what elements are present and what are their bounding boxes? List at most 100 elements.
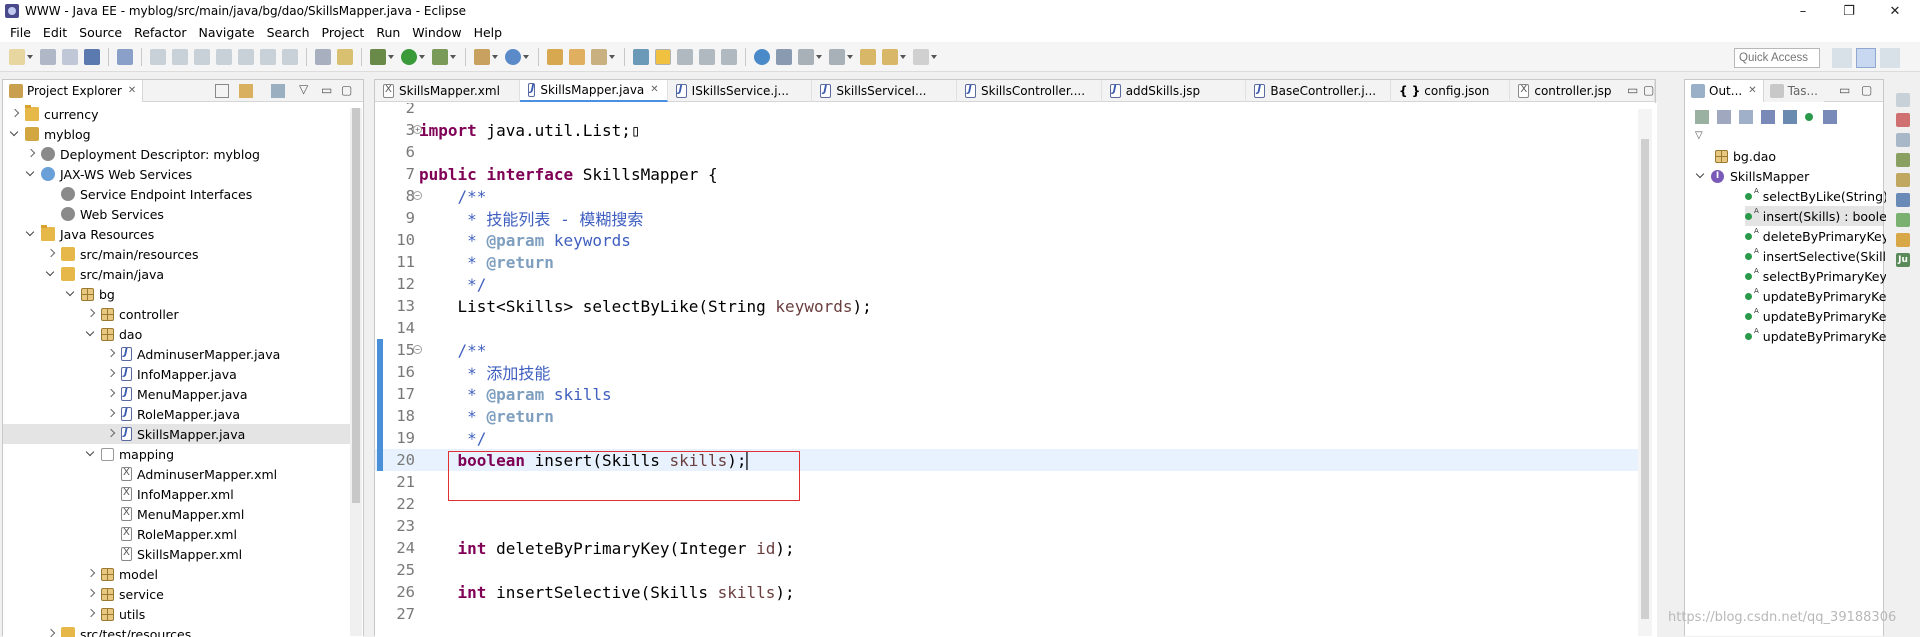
tree-item[interactable]: bg — [3, 284, 351, 304]
back-dropdown-icon[interactable] — [900, 55, 906, 59]
tree-item[interactable]: SkillsMapper.java — [3, 424, 351, 444]
external-tools-icon[interactable] — [432, 49, 448, 65]
code-line[interactable]: 18 * @return — [375, 405, 1645, 427]
view-menu-icon[interactable]: ▽ — [299, 82, 308, 96]
chevron-right-icon[interactable] — [105, 368, 117, 380]
editor-tab[interactable]: SkillsController.... — [957, 80, 1102, 102]
tree-item[interactable]: AdminuserMapper.java — [3, 344, 351, 364]
code-line[interactable]: 26 int insertSelective(Skills skills); — [375, 581, 1645, 603]
view-menu-icon[interactable]: ▽ — [1695, 130, 1703, 141]
fold-toggle-icon[interactable]: − — [413, 191, 422, 200]
tree-item[interactable]: RoleMapper.java — [3, 404, 351, 424]
chevron-down-icon[interactable] — [65, 288, 77, 300]
run-icon[interactable] — [401, 49, 417, 65]
open-perspective-icon[interactable] — [1832, 48, 1852, 68]
new-icon[interactable] — [9, 49, 25, 65]
show-whitespace-icon[interactable] — [699, 49, 715, 65]
filter-icon[interactable] — [271, 84, 285, 98]
code-line[interactable]: 11 * @return — [375, 251, 1645, 273]
outline-item[interactable]: bg.dao — [1715, 146, 1776, 166]
servers-icon[interactable] — [337, 49, 353, 65]
editor-tab[interactable]: ISkillsService.j... — [668, 80, 813, 102]
tree-item[interactable]: currency — [3, 104, 351, 124]
tree-item[interactable]: Java Resources — [3, 224, 351, 244]
maximize-view-icon[interactable]: ▢ — [341, 83, 352, 97]
suspend-icon[interactable] — [172, 49, 188, 65]
outline-item[interactable]: AselectByPrimaryKey( — [1745, 266, 1892, 286]
search-icon[interactable] — [591, 49, 607, 65]
properties-view-icon[interactable] — [1896, 133, 1910, 147]
debug-dropdown-icon[interactable] — [388, 55, 394, 59]
resume-icon[interactable] — [150, 49, 166, 65]
explorer-scrollbar[interactable] — [350, 108, 362, 636]
tree-item[interactable]: SkillsMapper.xml — [3, 544, 351, 564]
chevron-down-icon[interactable] — [9, 128, 21, 140]
tree-item[interactable]: mapping — [3, 444, 351, 464]
code-line[interactable]: 8 /**− — [375, 185, 1645, 207]
external-tools-dropdown-icon[interactable] — [450, 55, 456, 59]
tree-item[interactable]: Deployment Descriptor: myblog — [3, 144, 351, 164]
menu-source[interactable]: Source — [73, 25, 128, 40]
new-dropdown-icon[interactable] — [27, 55, 33, 59]
open-type-icon[interactable] — [547, 49, 563, 65]
editor-scroll-thumb[interactable] — [1641, 139, 1649, 619]
close-tab-icon[interactable]: ✕ — [650, 84, 658, 95]
outline-item[interactable]: AupdateByPrimaryKe — [1745, 306, 1886, 326]
chevron-right-icon[interactable] — [105, 388, 117, 400]
editor-tab[interactable]: addSkills.jsp — [1102, 80, 1247, 102]
tree-item[interactable]: MenuMapper.xml — [3, 504, 351, 524]
code-line[interactable]: 14 — [375, 317, 1645, 339]
hide-local-types-icon[interactable] — [1805, 113, 1813, 121]
code-area[interactable]: 23import java.util.List;▯+67public inter… — [375, 103, 1657, 637]
code-line[interactable]: 16 * 添加技能 — [375, 361, 1645, 383]
data-source-view-icon[interactable] — [1896, 193, 1910, 207]
tree-item[interactable]: InfoMapper.java — [3, 364, 351, 384]
tree-item[interactable]: MenuMapper.java — [3, 384, 351, 404]
tab-project-explorer[interactable]: Project Explorer ✕ — [3, 80, 143, 102]
fold-toggle-icon[interactable]: − — [413, 345, 422, 354]
code-line[interactable]: 12 */ — [375, 273, 1645, 295]
minimize-view-icon[interactable]: ▭ — [1839, 83, 1850, 97]
chevron-down-icon[interactable] — [25, 168, 37, 180]
toggle-mark-occurrences-icon[interactable] — [655, 49, 671, 65]
close-icon[interactable]: ✕ — [1748, 85, 1756, 96]
tree-item[interactable]: model — [3, 564, 351, 584]
debug-icon[interactable] — [370, 49, 386, 65]
maximize-view-icon[interactable]: ▢ — [1643, 83, 1654, 97]
tree-item[interactable]: RoleMapper.xml — [3, 524, 351, 544]
menu-refactor[interactable]: Refactor — [128, 25, 192, 40]
code-line[interactable]: 3import java.util.List;▯+ — [375, 119, 1645, 141]
code-line[interactable]: 9 * 技能列表 - 模糊搜索 — [375, 207, 1645, 229]
new-class-icon[interactable] — [505, 49, 521, 65]
collapse-all-icon[interactable] — [1717, 110, 1731, 124]
fold-toggle-icon[interactable]: + — [413, 125, 422, 134]
snippets-view-icon[interactable] — [1896, 173, 1910, 187]
hide-fields-icon[interactable] — [1695, 110, 1709, 124]
outline-item[interactable]: ISkillsMapper — [1695, 166, 1809, 186]
code-line[interactable]: 2 — [375, 103, 1645, 119]
tree-item[interactable]: service — [3, 584, 351, 604]
use-step-filters-icon[interactable] — [315, 49, 331, 65]
tree-item[interactable]: InfoMapper.xml — [3, 484, 351, 504]
chevron-down-icon[interactable] — [25, 228, 37, 240]
chevron-right-icon[interactable] — [105, 408, 117, 420]
tree-item[interactable]: controller — [3, 304, 351, 324]
code-line[interactable]: 13 List<Skills> selectByLike(String keyw… — [375, 295, 1645, 317]
step-into-icon[interactable] — [238, 49, 254, 65]
tree-item[interactable]: utils — [3, 604, 351, 624]
outline-item[interactable]: AselectByLike(String) — [1745, 186, 1888, 206]
chevron-right-icon[interactable] — [105, 428, 117, 440]
editor-tab[interactable]: SkillsMapper.java✕ — [520, 80, 668, 102]
new-project-dropdown-icon[interactable] — [492, 55, 498, 59]
save-icon[interactable] — [40, 49, 56, 65]
code-line[interactable]: 10 * @param keywords — [375, 229, 1645, 251]
servers-view-icon[interactable] — [1896, 113, 1910, 127]
search-dropdown-icon[interactable] — [609, 55, 615, 59]
restore-icon[interactable] — [1896, 93, 1910, 107]
disconnect-icon[interactable] — [216, 49, 232, 65]
chevron-right-icon[interactable] — [85, 308, 97, 320]
code-line[interactable]: 15 /**− — [375, 339, 1645, 361]
link-with-editor-icon[interactable] — [239, 84, 253, 98]
maximize-view-icon[interactable]: ▢ — [1861, 83, 1872, 97]
tree-item[interactable]: Service Endpoint Interfaces — [3, 184, 351, 204]
